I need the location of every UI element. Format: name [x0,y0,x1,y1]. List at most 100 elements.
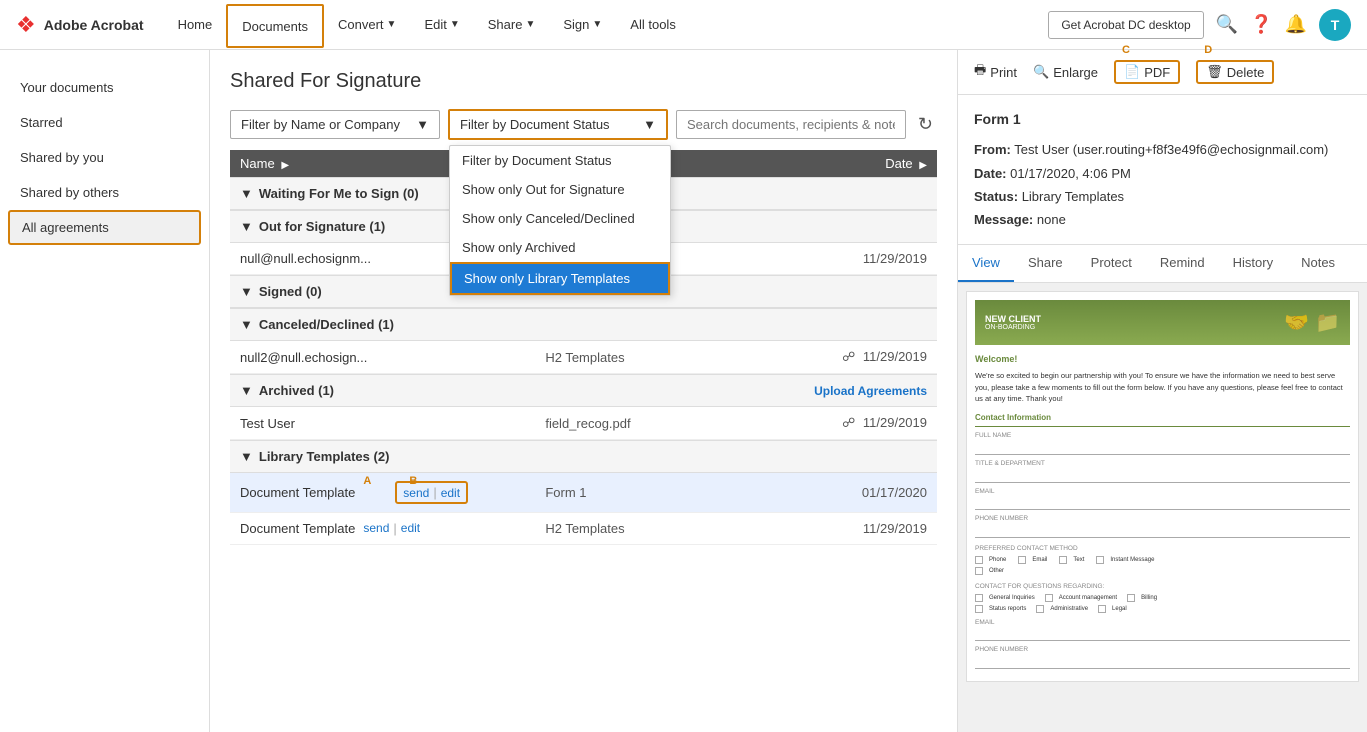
pdf-button[interactable]: 📄 PDF [1114,60,1180,84]
row-name: Document Template send | edit [240,521,545,536]
print-button[interactable]: 🖶 Print [974,61,1017,83]
folder-icon: 📁 [1315,310,1340,335]
nav-share[interactable]: Share ▼ [474,0,550,50]
main-content: Shared For Signature Filter by Name or C… [210,50,957,732]
get-desktop-button[interactable]: Get Acrobat DC desktop [1048,11,1203,39]
edit-link[interactable]: edit [441,486,460,500]
label-C: C [1122,44,1130,56]
tab-share[interactable]: Share [1014,245,1077,282]
dropdown-item-out-for-signature[interactable]: Show only Out for Signature [450,175,670,204]
tab-view[interactable]: View [958,245,1014,282]
edit-link[interactable]: edit [401,521,420,536]
nav-links: Home Documents Convert ▼ Edit ▼ Share ▼ … [164,0,1049,50]
acrobat-logo-icon: ❖ [16,12,36,38]
document-preview: NEW CLIENT ON-BOARDING 🤝 📁 Welcome! We'r… [966,291,1359,682]
dropdown-item-archived[interactable]: Show only Archived [450,233,670,262]
chevron-out-icon: ▼ [240,219,253,234]
row-company: H2 Templates [545,350,774,365]
nav-edit[interactable]: Edit ▼ [410,0,473,50]
sidebar-item-your-documents[interactable]: Your documents [0,70,209,105]
row-company: H2 Templates [545,521,774,536]
enlarge-button[interactable]: 🔍 Enlarge [1033,64,1098,80]
nav-all-tools[interactable]: All tools [616,0,690,50]
preview-welcome-body: We're so excited to begin our partnershi… [975,370,1350,404]
filter-status-caret-icon: ▼ [643,117,656,132]
message-icon: ☍ [842,415,855,430]
panel-message: Message: none [974,208,1351,231]
nav-convert[interactable]: Convert ▼ [324,0,410,50]
filter-name-caret-icon: ▼ [416,117,429,132]
upload-agreements-link[interactable]: Upload Agreements [814,384,927,398]
send-edit-links: send | edit [363,521,420,536]
row-date: 01/17/2020 [774,485,927,500]
row-date: ☍ 11/29/2019 [774,415,927,431]
dropdown-item-library-templates[interactable]: Show only Library Templates [450,262,670,295]
row-date: 11/29/2019 [774,251,927,266]
table-row[interactable]: Document Template send | edit H2 Templat… [230,513,937,545]
sign-caret-icon: ▼ [592,19,602,30]
refresh-icon[interactable]: ↻ [914,110,937,139]
filter-name-company[interactable]: Filter by Name or Company ▼ [230,110,440,139]
sidebar-item-starred[interactable]: Starred [0,105,209,140]
nav-home[interactable]: Home [164,0,227,50]
tab-protect[interactable]: Protect [1077,245,1146,282]
name-sort-icon: ▶ [281,160,289,171]
dropdown-item-canceled-declined[interactable]: Show only Canceled/Declined [450,204,670,233]
page-title: Shared For Signature [230,70,937,93]
col-date-header[interactable]: Date ▶ [774,156,927,171]
enlarge-icon: 🔍 [1033,64,1049,80]
delete-icon: 🗑 [1206,64,1223,80]
status-dropdown-menu: Filter by Document Status Show only Out … [449,145,671,296]
section-library-templates[interactable]: ▼ Library Templates (2) [230,440,937,473]
table-row[interactable]: Test User field_recog.pdf ☍ 11/29/2019 [230,407,937,440]
dropdown-item-all-status[interactable]: Filter by Document Status [450,146,670,175]
logo-area: ❖ Adobe Acrobat [16,12,144,38]
share-caret-icon: ▼ [525,19,535,30]
help-icon[interactable]: ❓ [1250,14,1272,35]
tab-history[interactable]: History [1219,245,1287,282]
app-name: Adobe Acrobat [44,17,144,33]
send-edit-box: send | edit [395,481,468,504]
chevron-canceled-icon: ▼ [240,317,253,332]
panel-preview: ⊕ NEW CLIENT ON-BOARDING 🤝 📁 [958,283,1367,732]
search-icon[interactable]: 🔍 [1216,14,1238,35]
nav-sign[interactable]: Sign ▼ [549,0,616,50]
send-link[interactable]: send [363,521,389,536]
section-canceled[interactable]: ▼ Canceled/Declined (1) [230,308,937,341]
label-A: A [363,475,371,487]
tab-notes[interactable]: Notes [1287,245,1349,282]
nav-documents[interactable]: Documents [226,4,324,48]
avatar[interactable]: T [1319,9,1351,41]
right-panel: 🖶 Print 🔍 Enlarge C 📄 PDF D 🗑 Del [957,50,1367,732]
preview-title: NEW CLIENT [985,314,1041,324]
table-row[interactable]: null2@null.echosign... H2 Templates ☍ 11… [230,341,937,374]
sidebar-item-all-agreements[interactable]: All agreements [8,210,201,245]
send-link[interactable]: send [403,486,429,500]
row-name: null2@null.echosign... [240,350,545,365]
sidebar: Your documents Starred Shared by you Sha… [0,50,210,732]
main-layout: Your documents Starred Shared by you Sha… [0,50,1367,732]
table-row[interactable]: Document Template A B send | edit Form 1… [230,473,937,513]
filter-row: Filter by Name or Company ▼ Filter by Do… [230,109,937,140]
row-date: ☍ 11/29/2019 [774,349,927,365]
convert-caret-icon: ▼ [387,19,397,30]
row-name: Test User [240,416,545,431]
search-input[interactable] [676,110,906,139]
panel-doc-title: Form 1 [974,107,1351,132]
panel-status: Status: Library Templates [974,185,1351,208]
sidebar-item-shared-by-others[interactable]: Shared by others [0,175,209,210]
notification-icon[interactable]: 🔔 [1285,14,1307,35]
section-archived[interactable]: ▼ Archived (1) Upload Agreements [230,374,937,407]
sidebar-item-shared-by-you[interactable]: Shared by you [0,140,209,175]
tab-remind[interactable]: Remind [1146,245,1219,282]
preview-body: Welcome! We're so excited to begin our p… [975,353,1350,669]
delete-button[interactable]: 🗑 Delete [1196,60,1274,84]
row-name: Document Template A B send | edit [240,481,545,504]
preview-header: NEW CLIENT ON-BOARDING 🤝 📁 [975,300,1350,345]
chevron-archived-icon: ▼ [240,383,253,398]
preview-contact-section: Contact Information [975,412,1350,427]
filter-document-status[interactable]: Filter by Document Status ▼ Filter by Do… [448,109,668,140]
date-sort-icon: ▶ [919,160,927,171]
row-company: Form 1 [545,485,774,500]
nav-right: Get Acrobat DC desktop 🔍 ❓ 🔔 T [1048,9,1351,41]
